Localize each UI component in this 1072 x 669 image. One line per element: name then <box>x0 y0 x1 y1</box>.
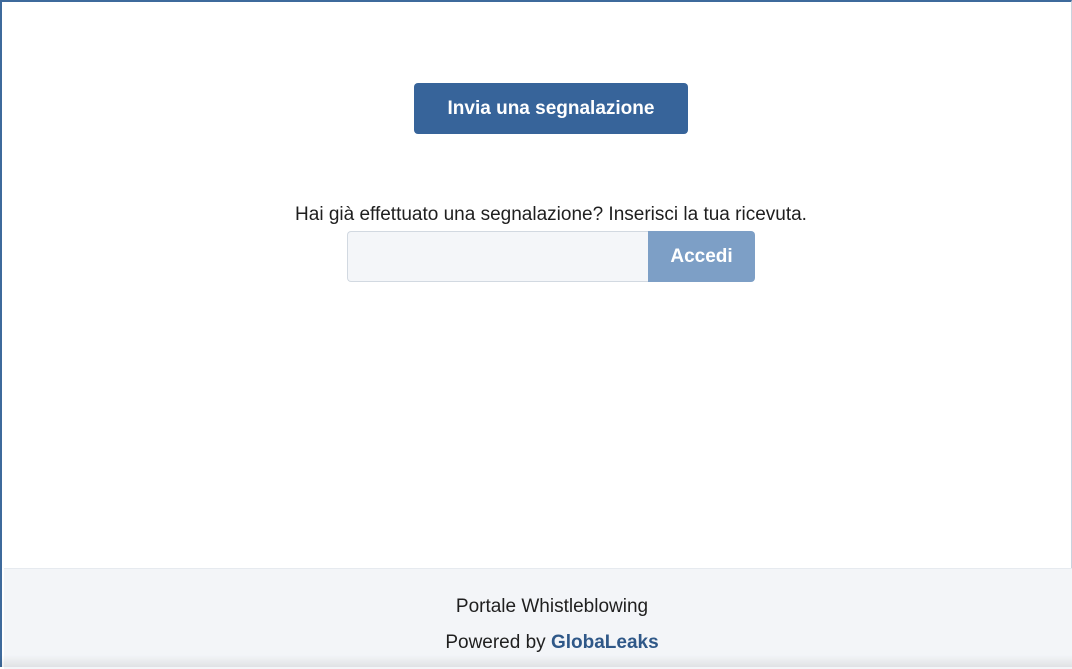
login-button[interactable]: Accedi <box>648 231 755 282</box>
powered-by-text: Powered by <box>445 632 551 653</box>
powered-by: Powered by GlobaLeaks <box>4 632 1072 654</box>
app-window: Invia una segnalazione Hai già effettuat… <box>0 0 1072 669</box>
receipt-prompt-text: Hai già effettuato una segnalazione? Ins… <box>295 204 807 225</box>
footer: Portale Whistleblowing Powered by GlobaL… <box>4 568 1072 669</box>
submit-report-button[interactable]: Invia una segnalazione <box>414 83 688 134</box>
portal-name: Portale Whistleblowing <box>455 596 649 617</box>
receipt-login-form: Accedi <box>347 231 755 282</box>
receipt-input[interactable] <box>347 231 648 282</box>
globaleaks-link[interactable]: GlobaLeaks <box>551 632 659 653</box>
